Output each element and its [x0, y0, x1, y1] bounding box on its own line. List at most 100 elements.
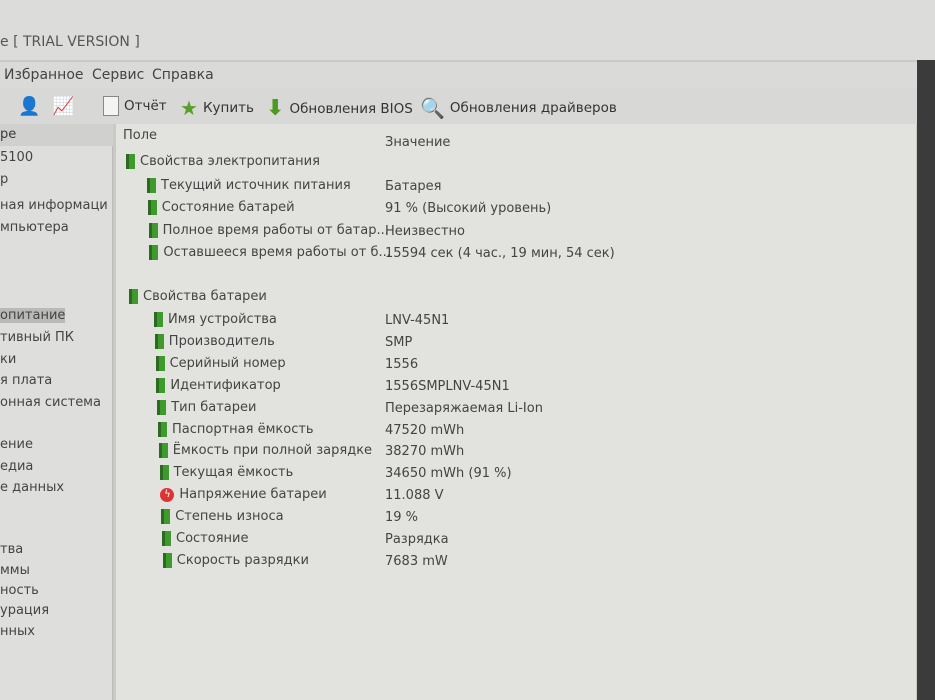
property-row[interactable]: Оставшееся время работы от б... — [149, 244, 391, 260]
property-field: Ёмкость при полной зарядке — [172, 443, 373, 459]
property-row[interactable]: Скорость разрядки — [162, 552, 309, 568]
property-row[interactable]: Состояние — [162, 531, 248, 546]
battery-icon — [158, 421, 167, 437]
tree-item[interactable]: едиа — [0, 459, 33, 474]
property-row[interactable]: Текущий источник питания — [147, 178, 351, 193]
tree-item[interactable]: 5100 — [0, 150, 33, 165]
property-field: Скорость разрядки — [176, 552, 309, 568]
bios-label: Обновления BIOS — [289, 100, 413, 117]
property-value: 91 % (Высокий уровень) — [385, 201, 552, 217]
property-field: Серийный номер — [169, 355, 286, 371]
battery-icon — [162, 531, 171, 546]
property-field: Состояние — [176, 531, 249, 546]
tree-item[interactable]: ение — [0, 437, 33, 452]
title-bar — [0, 0, 935, 60]
report-button[interactable]: Отчёт — [103, 96, 167, 116]
property-row[interactable]: Состояние батарей — [147, 200, 295, 216]
drivers-label: Обновления драйверов — [449, 100, 617, 116]
tree-item[interactable]: тивный ПК — [0, 330, 74, 345]
property-row[interactable]: Тип батареи — [157, 399, 257, 415]
tree-item[interactable]: мпьютера — [0, 220, 69, 235]
property-field: Текущий источник питания — [161, 178, 351, 193]
bios-update-button[interactable]: ⬇ Обновления BIOS — [266, 96, 413, 121]
section-header[interactable]: Свойства электропитания — [126, 154, 320, 169]
property-row[interactable]: Степень износа — [161, 509, 284, 525]
property-row[interactable]: Полное время работы от батар... — [148, 222, 389, 238]
property-field: Состояние батарей — [161, 200, 295, 216]
column-header-value[interactable]: Значение — [385, 135, 450, 150]
property-value: 11.088 V — [385, 488, 444, 504]
property-value: 34650 mWh (91 %) — [385, 466, 512, 482]
property-value: 19 % — [385, 510, 419, 526]
tree-item[interactable]: опитание — [0, 308, 66, 323]
column-header-field[interactable]: Поле — [123, 128, 157, 143]
property-row[interactable]: Имя устройства — [154, 312, 277, 327]
battery-icon — [162, 552, 172, 568]
property-field: Имя устройства — [168, 312, 277, 327]
chart-icon: 📈 — [52, 96, 75, 117]
property-value: 38270 mWh — [385, 444, 465, 460]
star-icon: ★ — [180, 96, 198, 120]
property-row[interactable]: Текущая ёмкость — [159, 465, 294, 481]
search-icon: 🔍 — [420, 96, 445, 120]
tree-item[interactable]: р — [0, 172, 8, 187]
property-field: Текущая ёмкость — [173, 465, 294, 481]
property-field: Полное время работы от батар... — [162, 222, 389, 238]
battery-icon — [159, 465, 169, 481]
property-field: Оставшееся время работы от б... — [163, 244, 391, 260]
battery-icon — [154, 333, 164, 349]
property-value: 15594 сек (4 час., 19 мин, 54 сек) — [385, 245, 615, 261]
property-value: Батарея — [385, 179, 442, 194]
tree-item[interactable]: ность — [0, 583, 39, 598]
buy-label: Купить — [202, 100, 254, 116]
property-value: Перезаряжаемая Li-Ion — [385, 400, 543, 416]
download-arrow-icon: ⬇ — [266, 96, 285, 121]
tree-item[interactable]: тва — [0, 542, 23, 557]
property-row[interactable]: Паспортная ёмкость — [158, 421, 314, 437]
property-row[interactable]: ϟ Напряжение батареи — [160, 487, 327, 503]
property-field: Производитель — [168, 333, 275, 349]
benchmark-button[interactable]: 📈 — [52, 96, 74, 117]
tree-item[interactable]: ная информаци — [0, 198, 108, 213]
tree-item[interactable]: я плата — [0, 373, 52, 388]
property-row[interactable]: Серийный номер — [155, 355, 286, 371]
battery-icon — [147, 200, 157, 216]
menu-help[interactable]: Справка — [152, 67, 214, 83]
section-title: Свойства батареи — [143, 289, 267, 304]
battery-icon — [158, 443, 168, 459]
section-header[interactable]: Свойства батареи — [129, 289, 267, 304]
property-row[interactable]: Производитель — [154, 333, 275, 349]
menu-service[interactable]: Сервис — [92, 67, 144, 83]
screen-bezel — [917, 60, 935, 700]
tree-item[interactable]: ммы — [0, 563, 30, 578]
battery-icon — [129, 289, 138, 304]
property-row[interactable]: Ёмкость при полной зарядке — [158, 443, 373, 459]
tree-header: ре — [0, 124, 113, 146]
battery-icon — [126, 154, 135, 169]
user-icon: 👤 — [18, 96, 41, 117]
buy-button[interactable]: ★ Купить — [180, 96, 254, 120]
property-row[interactable]: Идентификатор — [156, 377, 281, 393]
battery-icon — [161, 509, 171, 525]
property-field: Тип батареи — [171, 399, 257, 415]
property-value: Неизвестно — [385, 223, 465, 239]
tree-item[interactable]: нных — [0, 624, 35, 639]
user-button[interactable]: 👤 — [18, 96, 40, 117]
property-value: 1556SMPLNV-45N1 — [385, 378, 510, 394]
tree-item[interactable]: ки — [0, 352, 16, 367]
section-title: Свойства электропитания — [140, 154, 320, 169]
property-field: Напряжение батареи — [179, 487, 327, 503]
property-value: 7683 mW — [385, 553, 448, 569]
window-title: e [ TRIAL VERSION ] — [0, 34, 140, 50]
tree-item[interactable]: урация — [0, 603, 49, 618]
tree-item[interactable]: е данных — [0, 480, 64, 495]
battery-icon — [156, 377, 166, 393]
menu-favorites[interactable]: Избранное — [4, 67, 84, 83]
tree-item[interactable]: онная система — [0, 395, 101, 410]
property-value: SMP — [385, 334, 413, 350]
property-value: 47520 mWh — [385, 422, 465, 438]
driver-update-button[interactable]: 🔍 Обновления драйверов — [420, 96, 617, 120]
battery-icon — [147, 178, 156, 193]
battery-icon — [155, 355, 165, 371]
property-field: Степень износа — [175, 509, 284, 525]
